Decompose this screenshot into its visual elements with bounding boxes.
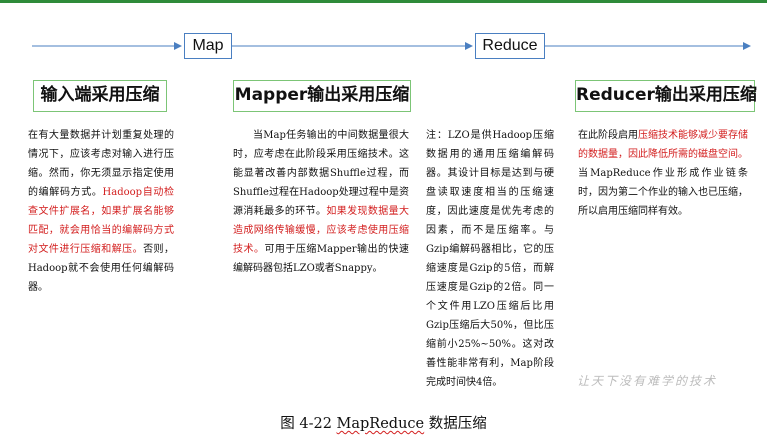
input-compression-text: 在有大量数据并计划重复处理的情况下，应该考虑对输入进行压缩。然而，你无须显示指定… (28, 126, 174, 297)
lzo-note-text: 注：LZO是供Hadoop压缩数据用的通用压缩编解码器。其设计目标是达到与硬盘读… (426, 126, 554, 392)
reduce-stage-box: Reduce (475, 33, 545, 59)
mapper-compression-heading: Mapper输出采用压缩 (233, 80, 411, 112)
caption-prefix: 图 4-22 (280, 416, 337, 432)
caption-term: MapReduce (336, 416, 425, 432)
figure-caption: 图 4-22 MapReduce 数据压缩 (0, 412, 767, 433)
reducer-text-body: 在此阶段启用 (578, 130, 638, 141)
caption-suffix: 数据压缩 (424, 416, 487, 432)
reducer-compression-heading: Reducer输出采用压缩 (575, 80, 757, 112)
mapper-compression-text: 当Map任务输出的中间数据量很大时，应考虑在此阶段采用压缩技术。这能显著改善内部… (233, 126, 409, 278)
map-stage-box: Map (184, 33, 232, 59)
input-compression-heading: 输入端采用压缩 (33, 80, 167, 112)
watermark-text: 让天下没有难学的技术 (577, 374, 718, 388)
mapper-text-body: 当Map任务输出的中间数据量很大时，应考虑在此阶段采用压缩技术。这能显著改善内部… (233, 130, 409, 217)
reducer-compression-text: 在此阶段启用压缩技术能够减少要存储的数据量，因此降低所需的磁盘空间。当MapRe… (578, 126, 748, 221)
reducer-text-tail: 当MapReduce作业形成作业链条时，因为第二个作业的输入也已压缩，所以启用压… (578, 168, 748, 217)
lzo-note-body: 注：LZO是供Hadoop压缩数据用的通用压缩编解码器。其设计目标是达到与硬盘读… (426, 130, 554, 388)
